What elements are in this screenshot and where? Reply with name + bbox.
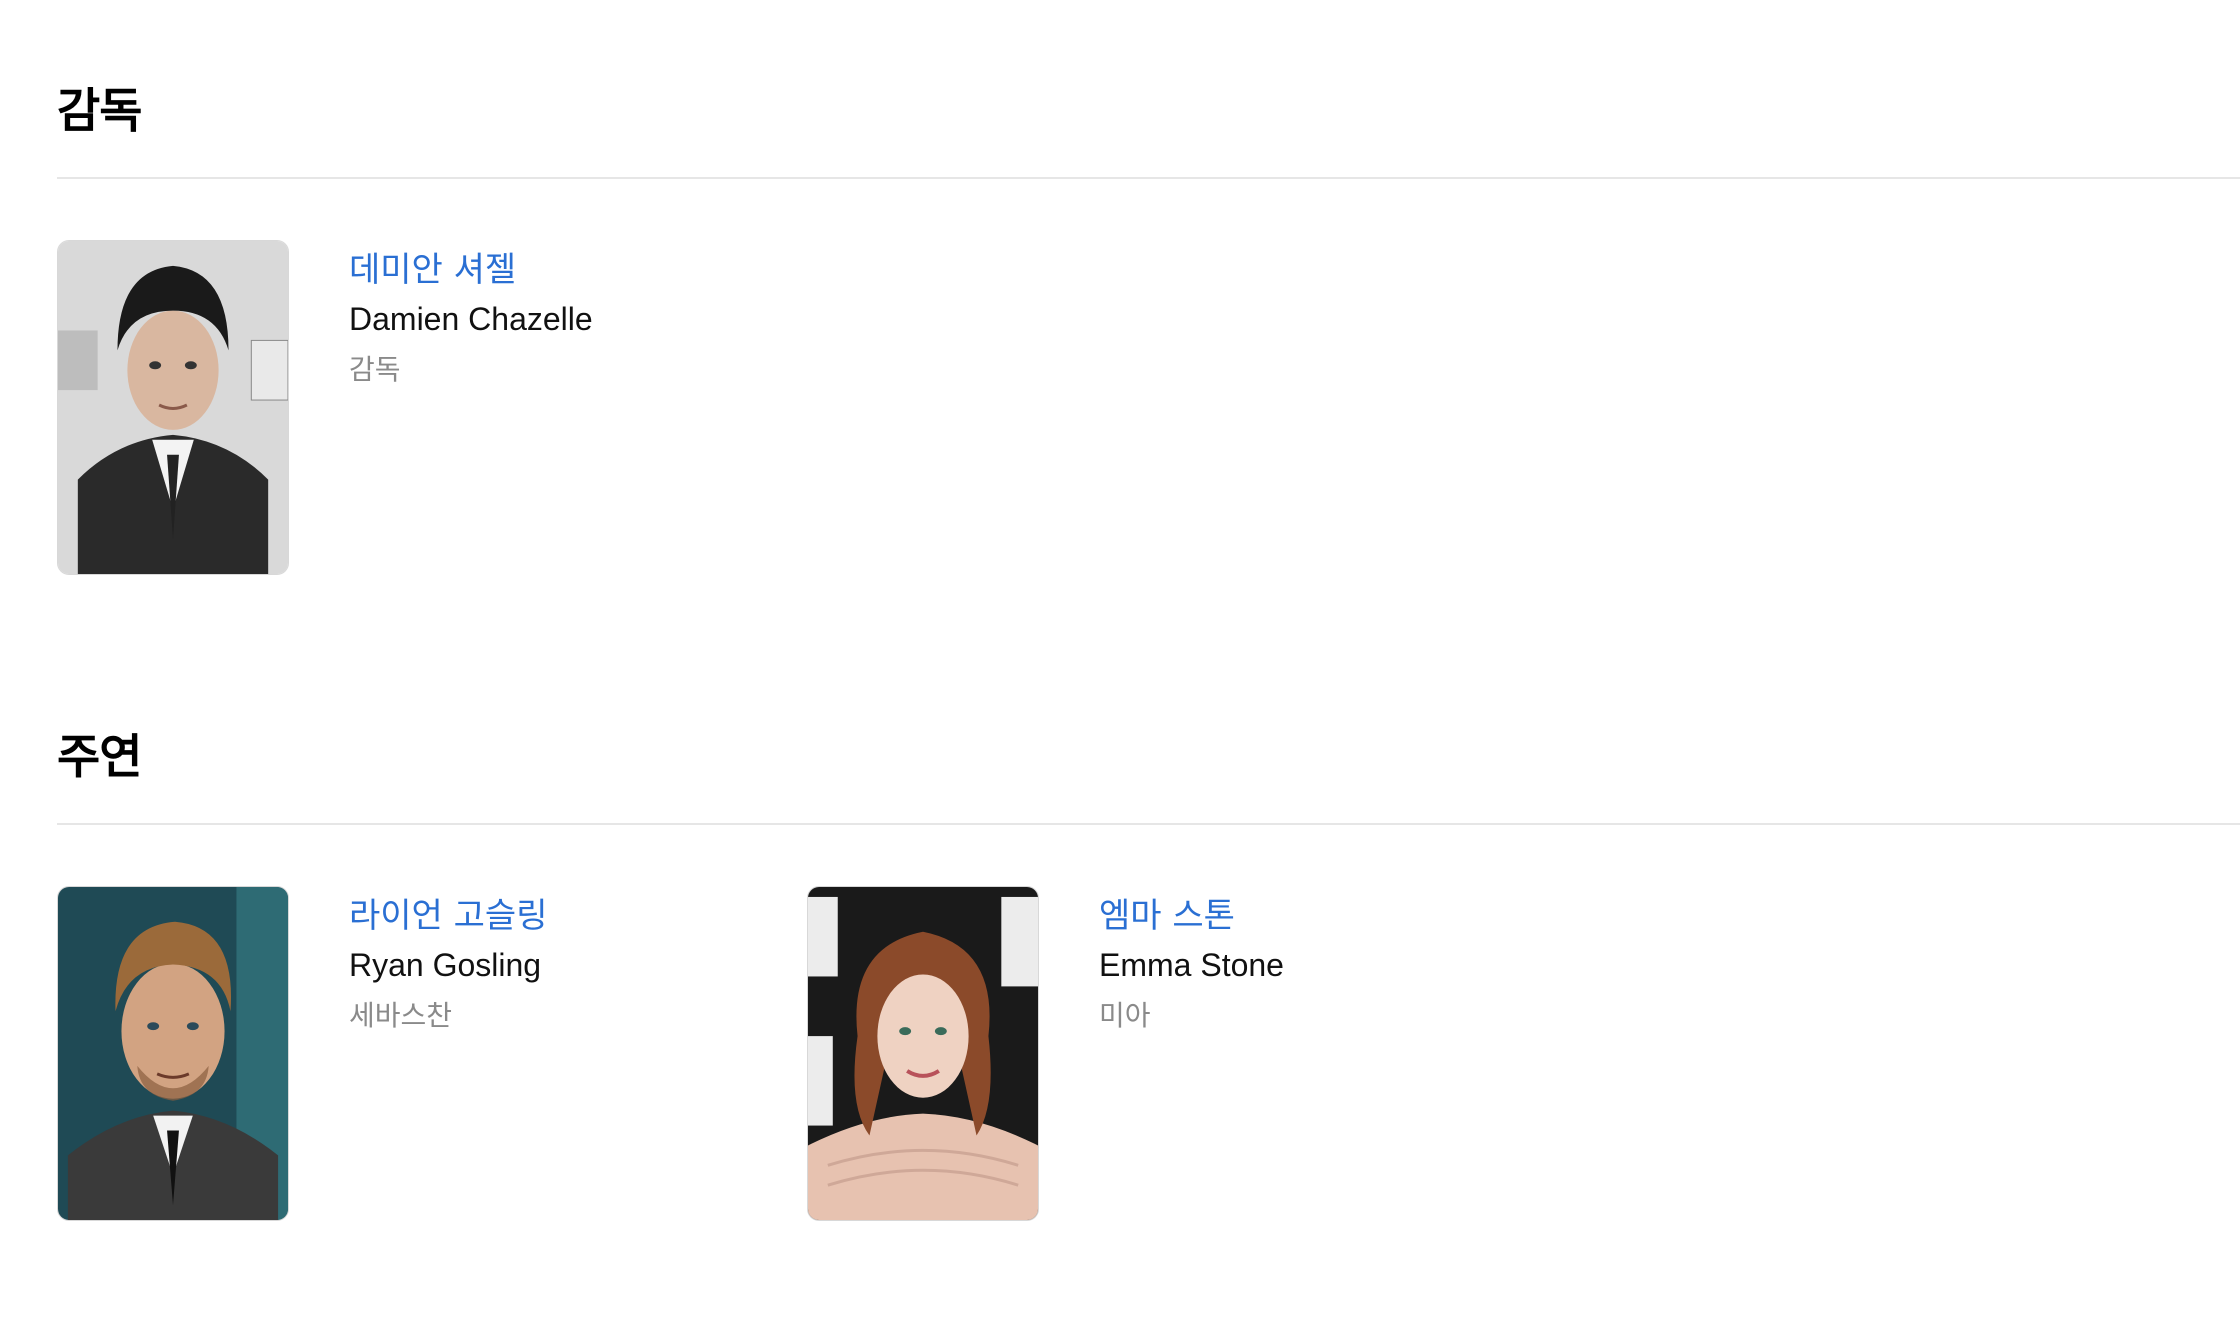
actress-photo[interactable] bbox=[807, 886, 1039, 1221]
section-divider bbox=[57, 823, 2240, 825]
person-role: 세바스찬 bbox=[349, 999, 453, 1032]
person-english-name: Emma Stone bbox=[1099, 947, 1284, 983]
person-card-cast-1[interactable]: 라이언 고슬링 Ryan Gosling 세바스찬 bbox=[57, 886, 757, 1222]
person-link-korean-name[interactable]: 데미안 셔젤 bbox=[349, 248, 593, 292]
person-card-director[interactable]: 데미안 셔젤 Damien Chazelle 감독 bbox=[57, 240, 757, 576]
person-info: 데미안 셔젤 Damien Chazelle 감독 bbox=[349, 248, 593, 390]
person-info: 엠마 스톤 Emma Stone 미아 bbox=[1099, 894, 1284, 1036]
person-link-korean-name[interactable]: 라이언 고슬링 bbox=[349, 894, 548, 938]
person-info: 라이언 고슬링 Ryan Gosling 세바스찬 bbox=[349, 894, 548, 1036]
director-photo[interactable] bbox=[57, 240, 289, 575]
person-role: 감독 bbox=[349, 353, 401, 386]
section-title-cast: 주연 bbox=[57, 730, 142, 785]
person-english-name: Ryan Gosling bbox=[349, 947, 542, 983]
section-title-director: 감독 bbox=[57, 84, 142, 139]
actor-photo[interactable] bbox=[57, 886, 289, 1221]
person-link-korean-name[interactable]: 엠마 스톤 bbox=[1099, 894, 1284, 938]
person-english-name: Damien Chazelle bbox=[349, 301, 593, 337]
person-card-cast-2[interactable]: 엠마 스톤 Emma Stone 미아 bbox=[807, 886, 1507, 1222]
person-role: 미아 bbox=[1099, 999, 1151, 1032]
director-section: 감독 데미안 셔젤 Damien Chazelle 감독 bbox=[57, 0, 2240, 620]
section-divider bbox=[57, 177, 2240, 179]
